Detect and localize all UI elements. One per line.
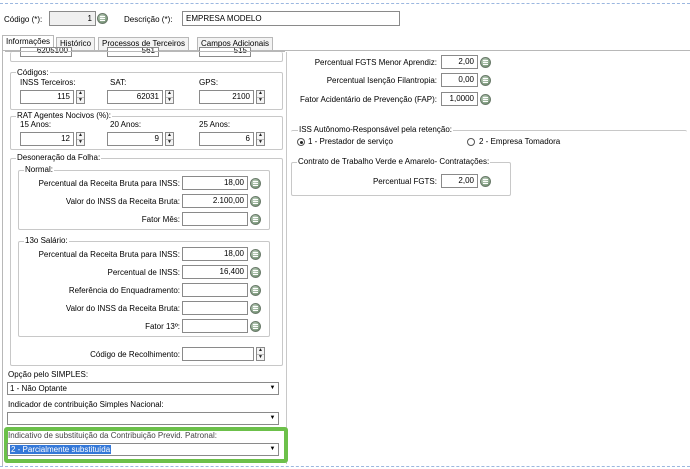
normal-title: Normal: [24,165,55,175]
rat-25-field[interactable]: 6 [199,132,254,146]
decimo-valor-inss-field[interactable] [182,301,248,315]
decimo-fator13-calc-icon[interactable] [250,321,261,332]
codigos-title: Códigos: [16,68,50,78]
fap-label: Fator Acidentário de Prevenção (FAP): [300,95,437,104]
isencao-field[interactable]: 0,00 [441,73,478,87]
decimo-valor-inss-label: Valor do INSS da Receita Bruta: [65,304,180,313]
inss-terceiros-field[interactable]: 115 [20,90,74,104]
spin-down-icon[interactable]: ▼ [77,139,84,146]
spin-down-icon[interactable]: ▼ [257,139,264,146]
fap-field[interactable]: 1,0000 [441,92,478,106]
rat-15-label: 15 Anos: [20,120,52,129]
inss-terceiros-label: INSS Terceiros: [20,78,76,87]
decimo-perc-inss-label: Percentual de INSS: [107,268,180,277]
fgts-menor-field[interactable]: 2,00 [441,55,478,69]
decimo-perc-inss-calc-icon[interactable] [250,267,261,278]
substituicao-select[interactable]: 2 - Parcialmente substituída ▼ [7,443,279,456]
sat-spinner[interactable]: ▲ ▼ [165,90,174,104]
substituicao-label: Indicativo de substituição da Contribuiç… [8,431,218,440]
simples-select[interactable]: 1 - Não Optante ▼ [7,382,279,395]
chevron-down-icon[interactable]: ▼ [268,445,277,454]
spin-down-icon[interactable]: ▼ [77,97,84,104]
inss-terceiros-spinner[interactable]: ▲ ▼ [76,90,85,104]
fgts-menor-label: Percentual FGTS Menor Aprendiz: [314,58,437,67]
iss-opt2-label: 2 - Empresa Tomadora [479,137,561,146]
normal-perc-receita-calc-icon[interactable] [250,178,261,189]
spin-down-icon[interactable]: ▼ [166,139,173,146]
chevron-down-icon[interactable]: ▼ [268,384,277,393]
cod-recolhimento-field[interactable] [182,347,254,361]
normal-valor-inss-calc-icon[interactable] [250,196,261,207]
codigo-label: Código (*): [4,15,43,24]
decimo-ref-enq-field[interactable] [182,283,248,297]
decimo-perc-receita-calc-icon[interactable] [250,249,261,260]
normal-perc-receita-label: Percentual da Receita Bruta para INSS: [38,179,180,188]
contrato-title: Contrato de Trabalho Verde e Amarelo- Co… [297,157,491,167]
rat-15-spinner[interactable]: ▲ ▼ [76,132,85,146]
isencao-calc-icon[interactable] [480,75,491,86]
normal-fator-mes-field[interactable] [182,212,248,226]
simples-label: Opção pelo SIMPLES: [8,370,89,379]
gps-field[interactable]: 2100 [199,90,254,104]
sat-label: SAT: [110,78,127,87]
gps-label: GPS: [199,78,219,87]
decimo-ref-enq-label: Referência do Enquadramento: [68,286,180,295]
rat-20-label: 20 Anos: [110,120,142,129]
descricao-label: Descrição (*): [124,15,173,24]
contrato-fgts-calc-icon[interactable] [480,176,491,187]
codigo-lookup-icon[interactable] [97,13,108,24]
chevron-down-icon[interactable]: ▼ [268,414,277,423]
rat-25-label: 25 Anos: [199,120,231,129]
codigo-field[interactable]: 1 [49,11,96,26]
normal-perc-receita-field[interactable]: 18,00 [182,176,248,190]
rat-25-spinner[interactable]: ▲ ▼ [256,132,265,146]
top-frame [0,0,690,4]
isencao-label: Percentual Isenção Filantropia: [326,76,437,85]
normal-fator-mes-calc-icon[interactable] [250,214,261,225]
descricao-field[interactable]: EMPRESA MODELO [182,11,400,26]
rat-20-spinner[interactable]: ▲ ▼ [165,132,174,146]
simples-select-value: 1 - Não Optante [10,384,67,393]
gps-spinner[interactable]: ▲ ▼ [256,90,265,104]
sat-field[interactable]: 62031 [107,90,163,104]
iss-opt1-label: 1 - Prestador de serviço [308,137,393,146]
decimo-perc-receita-field[interactable]: 18,00 [182,247,248,261]
decimo-valor-inss-calc-icon[interactable] [250,303,261,314]
iss-title: ISS Autônomo-Responsável pela retenção: [298,125,453,135]
indicador-label: Indicador de contribuição Simples Nacion… [8,400,164,409]
cod-recolhimento-label: Código de Recolhimento: [90,350,180,359]
spin-down-icon[interactable]: ▼ [257,97,264,104]
normal-valor-inss-field[interactable]: 2.100,00 [182,194,248,208]
decimo-title: 13o Salário: [24,236,69,246]
contrato-fgts-label: Percentual FGTS: [372,177,437,186]
decimo-fator13-label: Fator 13º: [145,322,180,331]
iss-radio-tomadora[interactable] [467,138,475,146]
contrato-fgts-field[interactable]: 2,00 [441,174,478,188]
decimo-perc-inss-field[interactable]: 16,400 [182,265,248,279]
decimo-fator13-field[interactable] [182,319,248,333]
normal-valor-inss-label: Valor do INSS da Receita Bruta: [65,197,180,206]
spin-down-icon[interactable]: ▼ [257,354,264,361]
fap-calc-icon[interactable] [480,94,491,105]
decimo-perc-receita-label: Percentual da Receita Bruta para INSS: [38,250,180,259]
indicador-select[interactable]: ▼ [7,412,279,425]
cod-recolhimento-spinner[interactable]: ▲ ▼ [256,347,265,361]
rat-15-field[interactable]: 12 [20,132,74,146]
iss-radio-prestador[interactable] [297,138,305,146]
substituicao-select-value: 2 - Parcialmente substituída [10,445,112,454]
normal-fator-mes-label: Fator Mês: [141,215,180,224]
spin-down-icon[interactable]: ▼ [166,97,173,104]
top-clipped-group [10,52,283,62]
rat-20-field[interactable]: 9 [107,132,163,146]
fgts-menor-calc-icon[interactable] [480,57,491,68]
desoneracao-title: Desoneração da Folha: [16,153,102,163]
decimo-ref-enq-calc-icon[interactable] [250,285,261,296]
